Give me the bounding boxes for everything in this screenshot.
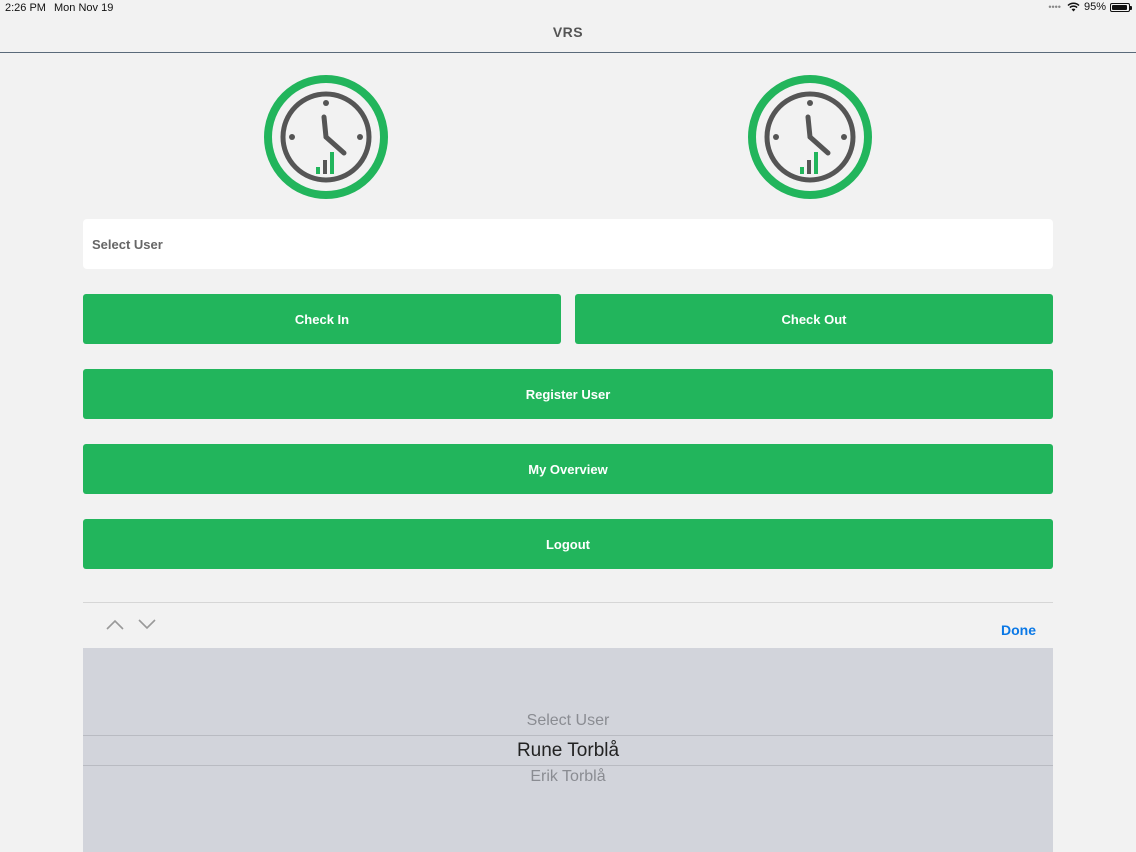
user-picker-wheel[interactable]: Select User Rune Torblå Erik Torblå bbox=[83, 648, 1053, 852]
cellular-signal-icon: •••• bbox=[1048, 2, 1061, 12]
chevron-down-icon[interactable] bbox=[137, 617, 157, 631]
select-user-field[interactable]: Select User bbox=[83, 219, 1053, 269]
logout-button[interactable]: Logout bbox=[83, 519, 1053, 569]
clock-logo-icon bbox=[748, 75, 872, 199]
check-out-button[interactable]: Check Out bbox=[575, 294, 1053, 344]
chevron-up-icon[interactable] bbox=[105, 617, 125, 631]
picker-option-selected[interactable]: Rune Torblå bbox=[83, 735, 1053, 766]
status-date: Mon Nov 19 bbox=[54, 2, 114, 14]
check-in-button[interactable]: Check In bbox=[83, 294, 561, 344]
select-user-placeholder: Select User bbox=[92, 236, 163, 252]
clock-logo-icon bbox=[264, 75, 388, 199]
picker-option[interactable]: Erik Torblå bbox=[83, 768, 1053, 786]
status-time: 2:26 PM bbox=[5, 2, 46, 14]
register-user-button[interactable]: Register User bbox=[83, 369, 1053, 419]
status-indicators: •••• 95% bbox=[1048, 1, 1132, 13]
page-title: VRS bbox=[552, 24, 584, 40]
battery-icon bbox=[1110, 2, 1132, 12]
my-overview-button[interactable]: My Overview bbox=[83, 444, 1053, 494]
wifi-icon bbox=[1067, 2, 1080, 12]
navigation-bar: VRS bbox=[0, 18, 1136, 53]
status-bar: 2:26 PM Mon Nov 19 •••• 95% bbox=[0, 0, 1136, 18]
picker-option[interactable]: Select User bbox=[83, 712, 1053, 730]
done-button[interactable]: Done bbox=[1001, 622, 1036, 638]
picker-toolbar: Done bbox=[83, 602, 1053, 649]
battery-percent: 95% bbox=[1083, 1, 1106, 13]
